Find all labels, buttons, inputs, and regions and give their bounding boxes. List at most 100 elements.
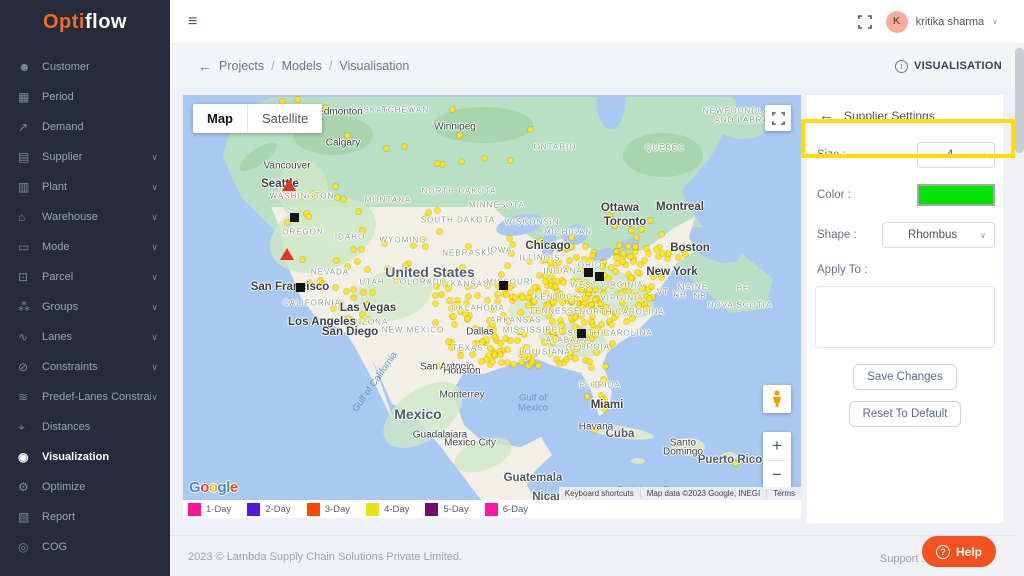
- pegman-streetview-control[interactable]: [763, 385, 791, 413]
- map-zoom-control: + −: [763, 432, 791, 489]
- zoom-out-button[interactable]: −: [763, 461, 791, 489]
- map-view-button[interactable]: Map: [193, 104, 247, 133]
- reset-default-button[interactable]: Reset To Default: [849, 401, 962, 427]
- demand-dot: [594, 382, 599, 387]
- demand-dot: [621, 284, 626, 289]
- demand-dot: [624, 319, 629, 324]
- demand-dot: [518, 310, 523, 315]
- sidebar-item-plant[interactable]: ▥Plant∨: [0, 172, 170, 202]
- sidebar-item-optimize[interactable]: ⚙Optimize: [0, 472, 170, 502]
- demand-dot: [490, 322, 495, 327]
- sidebar-item-supplier[interactable]: ▤Supplier∨: [0, 142, 170, 172]
- breadcrumb-projects[interactable]: Projects: [219, 59, 264, 73]
- demand-dot: [513, 295, 518, 300]
- sidebar-item-constraints[interactable]: ⊘Constraints∨: [0, 352, 170, 382]
- sidebar-item-lanes[interactable]: ∿Lanes∨: [0, 322, 170, 352]
- demand-dot: [634, 235, 639, 240]
- scrollbar-thumb[interactable]: [1015, 48, 1024, 153]
- keyboard-shortcuts-link[interactable]: Keyboard shortcuts: [559, 489, 640, 498]
- demand-dot: [593, 402, 598, 407]
- demand-dot: [584, 296, 589, 301]
- demand-dot: [726, 457, 731, 462]
- sidebar-item-label: Parcel: [42, 271, 151, 283]
- back-arrow-icon[interactable]: ←: [198, 58, 212, 74]
- size-select[interactable]: 4 ∨: [917, 142, 995, 168]
- demand-dot: [355, 259, 360, 264]
- plant-triangle-marker[interactable]: [282, 179, 296, 191]
- sidebar-item-mode[interactable]: ▭Mode∨: [0, 232, 170, 262]
- terms-link[interactable]: Terms: [766, 489, 801, 498]
- sidebar-item-label: Demand: [42, 121, 158, 133]
- map-fullscreen-button[interactable]: [765, 105, 791, 131]
- demand-dot: [459, 159, 464, 164]
- demand-dot: [629, 228, 634, 233]
- sidebar-item-groups[interactable]: ⁂Groups∨: [0, 292, 170, 322]
- sidebar-item-label: Mode: [42, 241, 151, 253]
- supplier-square-marker[interactable]: [595, 272, 604, 281]
- sidebar-item-label: Constraints: [42, 361, 151, 373]
- satellite-view-button[interactable]: Satellite: [247, 104, 322, 133]
- legend-item: 4-Day: [366, 503, 415, 516]
- demand-dot: [485, 283, 490, 288]
- demand-dot: [588, 258, 593, 263]
- user-menu[interactable]: K kritika sharma ∨: [886, 11, 998, 33]
- apply-to-input[interactable]: [815, 286, 995, 348]
- supplier-square-marker[interactable]: [577, 329, 586, 338]
- map-type-control: Map Satellite: [193, 104, 322, 133]
- map-land-shapes: [183, 95, 801, 500]
- demand-dot: [382, 241, 387, 246]
- demand-dot: [463, 311, 468, 316]
- demand-dot: [659, 232, 664, 237]
- sidebar-item-report[interactable]: ▧Report: [0, 502, 170, 532]
- sidebar-item-label: Predef-Lanes Constraints: [42, 391, 151, 403]
- supplier-square-marker[interactable]: [499, 281, 508, 290]
- help-button[interactable]: ? Help: [922, 536, 996, 567]
- plant-triangle-marker[interactable]: [280, 248, 294, 260]
- demand-dot: [560, 295, 565, 300]
- demand-dot: [520, 295, 525, 300]
- sidebar-item-label: Groups: [42, 301, 151, 313]
- demand-dot: [305, 283, 310, 288]
- sidebar-item-period[interactable]: ▦Period: [0, 82, 170, 112]
- fullscreen-icon[interactable]: [858, 15, 872, 29]
- shape-select[interactable]: Rhombus ∨: [882, 222, 995, 248]
- google-logo-letter: G: [189, 479, 200, 496]
- sidebar-item-demand[interactable]: ↗Demand: [0, 112, 170, 142]
- sidebar-item-visualization[interactable]: ◉Visualization: [0, 442, 170, 472]
- save-changes-button[interactable]: Save Changes: [853, 364, 956, 390]
- google-logo[interactable]: Google: [189, 479, 238, 496]
- hamburger-menu-icon[interactable]: ≡: [188, 13, 197, 31]
- customer-icon: ☻: [18, 60, 42, 74]
- lanes-icon: ∿: [18, 330, 42, 344]
- sidebar-item-warehouse[interactable]: ⌂Warehouse∨: [0, 202, 170, 232]
- demand-dot: [536, 289, 541, 294]
- sidebar-item-cog[interactable]: ◎COG: [0, 532, 170, 562]
- demand-dot: [490, 307, 495, 312]
- page-title-text: VISUALISATION: [914, 60, 1002, 72]
- page-title: i VISUALISATION: [895, 60, 1002, 73]
- supplier-square-marker[interactable]: [290, 213, 299, 222]
- google-map[interactable]: United StatesMexicoCubaGuatemalaPuerto R…: [183, 95, 801, 500]
- legend-swatch: [188, 503, 201, 516]
- sidebar-nav: ☻Customer▦Period↗Demand▤Supplier∨▥Plant∨…: [0, 52, 170, 562]
- color-swatch[interactable]: [917, 184, 995, 206]
- breadcrumb-models[interactable]: Models: [282, 59, 322, 73]
- chevron-down-icon: ∨: [151, 242, 158, 253]
- demand-dot: [504, 327, 509, 332]
- demand-dot: [582, 257, 587, 262]
- sidebar-item-customer[interactable]: ☻Customer: [0, 52, 170, 82]
- info-icon[interactable]: i: [895, 60, 908, 73]
- demand-dot: [466, 244, 471, 249]
- zoom-in-button[interactable]: +: [763, 432, 791, 460]
- supplier-square-marker[interactable]: [584, 268, 593, 277]
- supplier-square-marker[interactable]: [296, 283, 305, 292]
- sidebar-item-distances[interactable]: ⌖Distances: [0, 412, 170, 442]
- chevron-down-icon: ∨: [151, 182, 158, 193]
- help-label: Help: [956, 545, 982, 559]
- chevron-down-icon: ∨: [151, 272, 158, 283]
- user-name: kritika sharma: [916, 16, 984, 28]
- sidebar-item-predef-lanes-constraints[interactable]: ≋Predef-Lanes Constraints∨: [0, 382, 170, 412]
- panel-back-arrow[interactable]: ←: [819, 107, 834, 124]
- demand-dot: [433, 293, 438, 298]
- sidebar-item-parcel[interactable]: ⊡Parcel∨: [0, 262, 170, 292]
